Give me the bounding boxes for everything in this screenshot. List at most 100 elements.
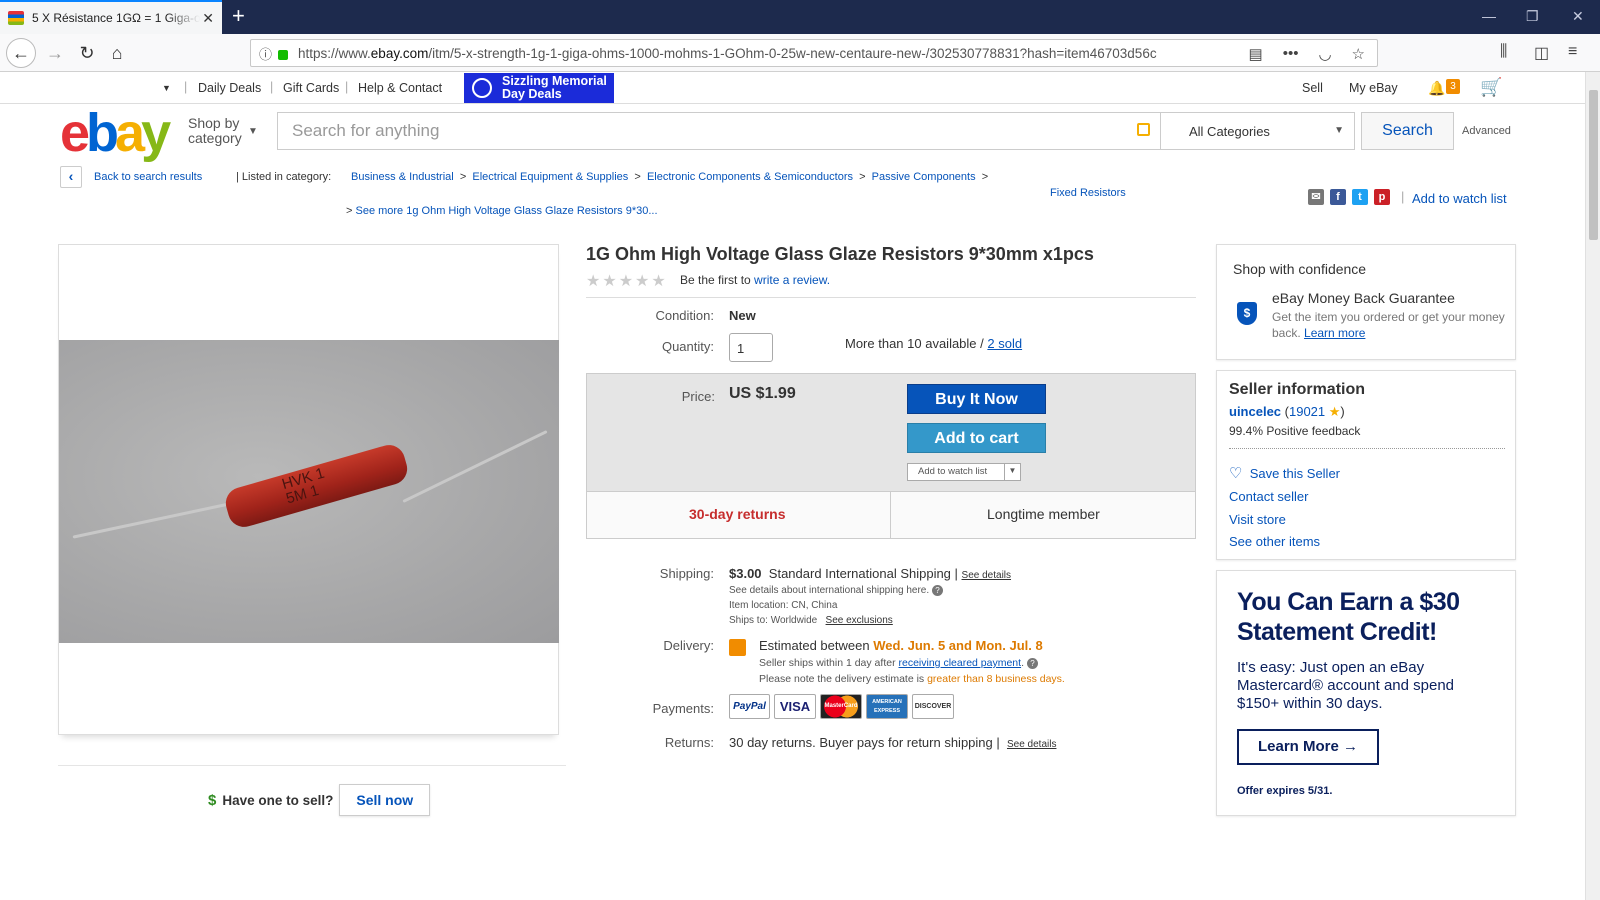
help-icon[interactable]: ? [931,585,943,596]
resistor-image: HVK 1 5M 1 [222,441,411,531]
dropdown-caret-icon[interactable]: ▼ [162,83,171,93]
help-contact-link[interactable]: Help & Contact [358,81,442,95]
sun-icon [472,78,492,98]
edit-icon[interactable] [1137,123,1150,136]
cleared-payment-link[interactable]: receiving cleared payment [899,657,1022,669]
pinterest-icon[interactable]: p [1374,189,1390,205]
library-icon[interactable]: ⫼ [1500,43,1507,61]
back-arrow-icon[interactable]: ‹ [60,166,82,188]
item-location: Item location: CN, China [729,600,838,611]
ad-learn-more-button[interactable]: Learn More → [1237,729,1379,765]
ad-headline: You Can Earn a $30 Statement Credit! [1237,588,1460,646]
close-window-icon[interactable]: ✕ [1572,8,1584,25]
see-more-link[interactable]: See more 1g Ohm High Voltage Glass Glaze… [355,205,657,217]
review-prompt: Be the first to write a review. [680,273,831,287]
condition-value: New [729,308,756,323]
breadcrumb-electrical[interactable]: Electrical Equipment & Supplies [472,171,628,183]
home-icon[interactable]: ⌂ [104,40,130,66]
promo-banner[interactable]: Sizzling Memorial Day Deals [464,73,614,103]
chevron-down-icon: ▼ [248,126,258,137]
scrollbar-thumb[interactable] [1589,90,1598,240]
availability: More than 10 available / 2 sold [845,336,1023,351]
cart-icon[interactable]: 🛒 [1480,77,1502,98]
returns-badge: 30-day returns [689,506,786,522]
breadcrumb-components[interactable]: Electronic Components & Semiconductors [647,171,853,183]
bell-icon[interactable]: 🔔 [1428,80,1445,97]
add-to-cart-button[interactable]: Add to cart [907,423,1046,453]
url-text[interactable]: https://www.ebay.com/itm/5-x-strength-1g… [298,46,1228,61]
search-button[interactable]: Search [1361,112,1454,150]
back-to-results-link[interactable]: Back to search results [94,171,202,183]
reader-view-icon[interactable]: ▤ [1249,45,1263,63]
visa-icon: VISA [774,694,816,719]
price-value: US $1.99 [729,385,796,402]
add-to-watch-list-link[interactable]: Add to watch list [1412,191,1507,206]
chevron-down-icon[interactable]: ▼ [1004,463,1020,481]
minimize-icon[interactable]: — [1482,8,1496,24]
sell-link[interactable]: Sell [1302,81,1323,95]
buy-it-now-button[interactable]: Buy It Now [907,384,1046,414]
promo-line-2: Day Deals [502,87,562,101]
seller-information: Seller information uincelec (19021 ★) 99… [1216,370,1516,560]
category-select[interactable]: All Categories ▼ [1160,112,1355,150]
see-exclusions-link[interactable]: See exclusions [826,615,893,626]
write-review-link[interactable]: write a review. [754,273,830,287]
search-box [277,112,1161,150]
twitter-icon[interactable]: t [1352,189,1368,205]
add-to-watch-list-button[interactable]: Add to watch list ▼ [907,463,1021,481]
contact-seller-link[interactable]: Contact seller [1229,489,1308,504]
item-image-box[interactable]: HVK 1 5M 1 [58,244,559,735]
seller-name-link[interactable]: uincelec [1229,404,1281,419]
my-ebay-link[interactable]: My eBay [1349,81,1398,95]
quantity-input[interactable]: 1 [729,333,773,362]
returns-see-details-link[interactable]: See details [1007,739,1056,750]
notification-badge: 3 [1446,79,1460,94]
sell-now-button[interactable]: Sell now [339,784,431,816]
bookmark-star-icon[interactable]: ☆ [1352,45,1365,63]
sold-link[interactable]: 2 sold [987,336,1022,351]
facebook-icon[interactable]: f [1330,189,1346,205]
see-other-items-link[interactable]: See other items [1229,534,1320,549]
arrow-right-icon: → [1343,738,1359,755]
shipping-label: Shipping: [659,566,714,581]
ebay-logo[interactable]: ebay [60,106,171,160]
item-photo[interactable]: HVK 1 5M 1 [59,340,559,643]
quantity-label: Quantity: [661,339,714,354]
learn-more-link[interactable]: Learn more [1304,326,1365,340]
dollar-icon: $ [208,791,217,809]
daily-deals-link[interactable]: Daily Deals [198,81,261,95]
ad-expiry: Offer expires 5/31. [1237,785,1333,797]
mastercard-ad[interactable]: You Can Earn a $30 Statement Credit! It'… [1216,570,1516,816]
save-seller-link[interactable]: ♡ Save this Seller [1229,464,1340,482]
breadcrumb-business[interactable]: Business & Industrial [351,171,454,183]
reload-icon[interactable]: ↻ [74,40,100,66]
pocket-icon[interactable]: ◡ [1318,45,1331,63]
delivery-estimate: Estimated between Wed. Jun. 5 and Mon. J… [759,638,1043,653]
url-bar[interactable]: ⓘ https://www.ebay.com/itm/5-x-strength-… [250,39,1378,67]
restore-icon[interactable]: ❐ [1526,8,1539,25]
page-actions-icon[interactable]: ••• [1283,45,1299,63]
shop-by-category[interactable]: Shop by category ▼ [188,116,258,146]
breadcrumb-passive[interactable]: Passive Components [872,171,976,183]
email-icon[interactable]: ✉ [1308,189,1324,205]
forward-icon[interactable]: → [42,40,68,66]
browser-tab[interactable]: 5 X Résistance 1GΩ = 1 Giga-ohms ✕ [0,0,222,34]
scrollbar[interactable] [1585,72,1600,900]
advanced-search-link[interactable]: Advanced [1462,125,1511,137]
seller-title: Seller information [1229,381,1366,398]
close-tab-icon[interactable]: ✕ [202,10,214,27]
new-tab-icon[interactable]: + [232,4,245,28]
search-input[interactable] [278,113,1078,149]
sidebar-icon[interactable]: ◫ [1534,43,1549,63]
menu-icon[interactable]: ≡ [1568,43,1577,61]
positive-feedback: 99.4% Positive feedback [1229,424,1361,438]
visit-store-link[interactable]: Visit store [1229,512,1286,527]
feedback-score-link[interactable]: 19021 [1289,404,1325,419]
shipping-see-details-link[interactable]: See details [962,570,1011,581]
breadcrumb-fixed-resistors[interactable]: Fixed Resistors [1050,187,1126,199]
gift-cards-link[interactable]: Gift Cards [283,81,339,95]
back-icon[interactable]: ← [6,38,36,68]
chevron-down-icon: ▼ [1334,125,1344,136]
info-icon[interactable]: ⓘ [259,44,272,63]
help-icon[interactable]: ? [1026,657,1038,669]
